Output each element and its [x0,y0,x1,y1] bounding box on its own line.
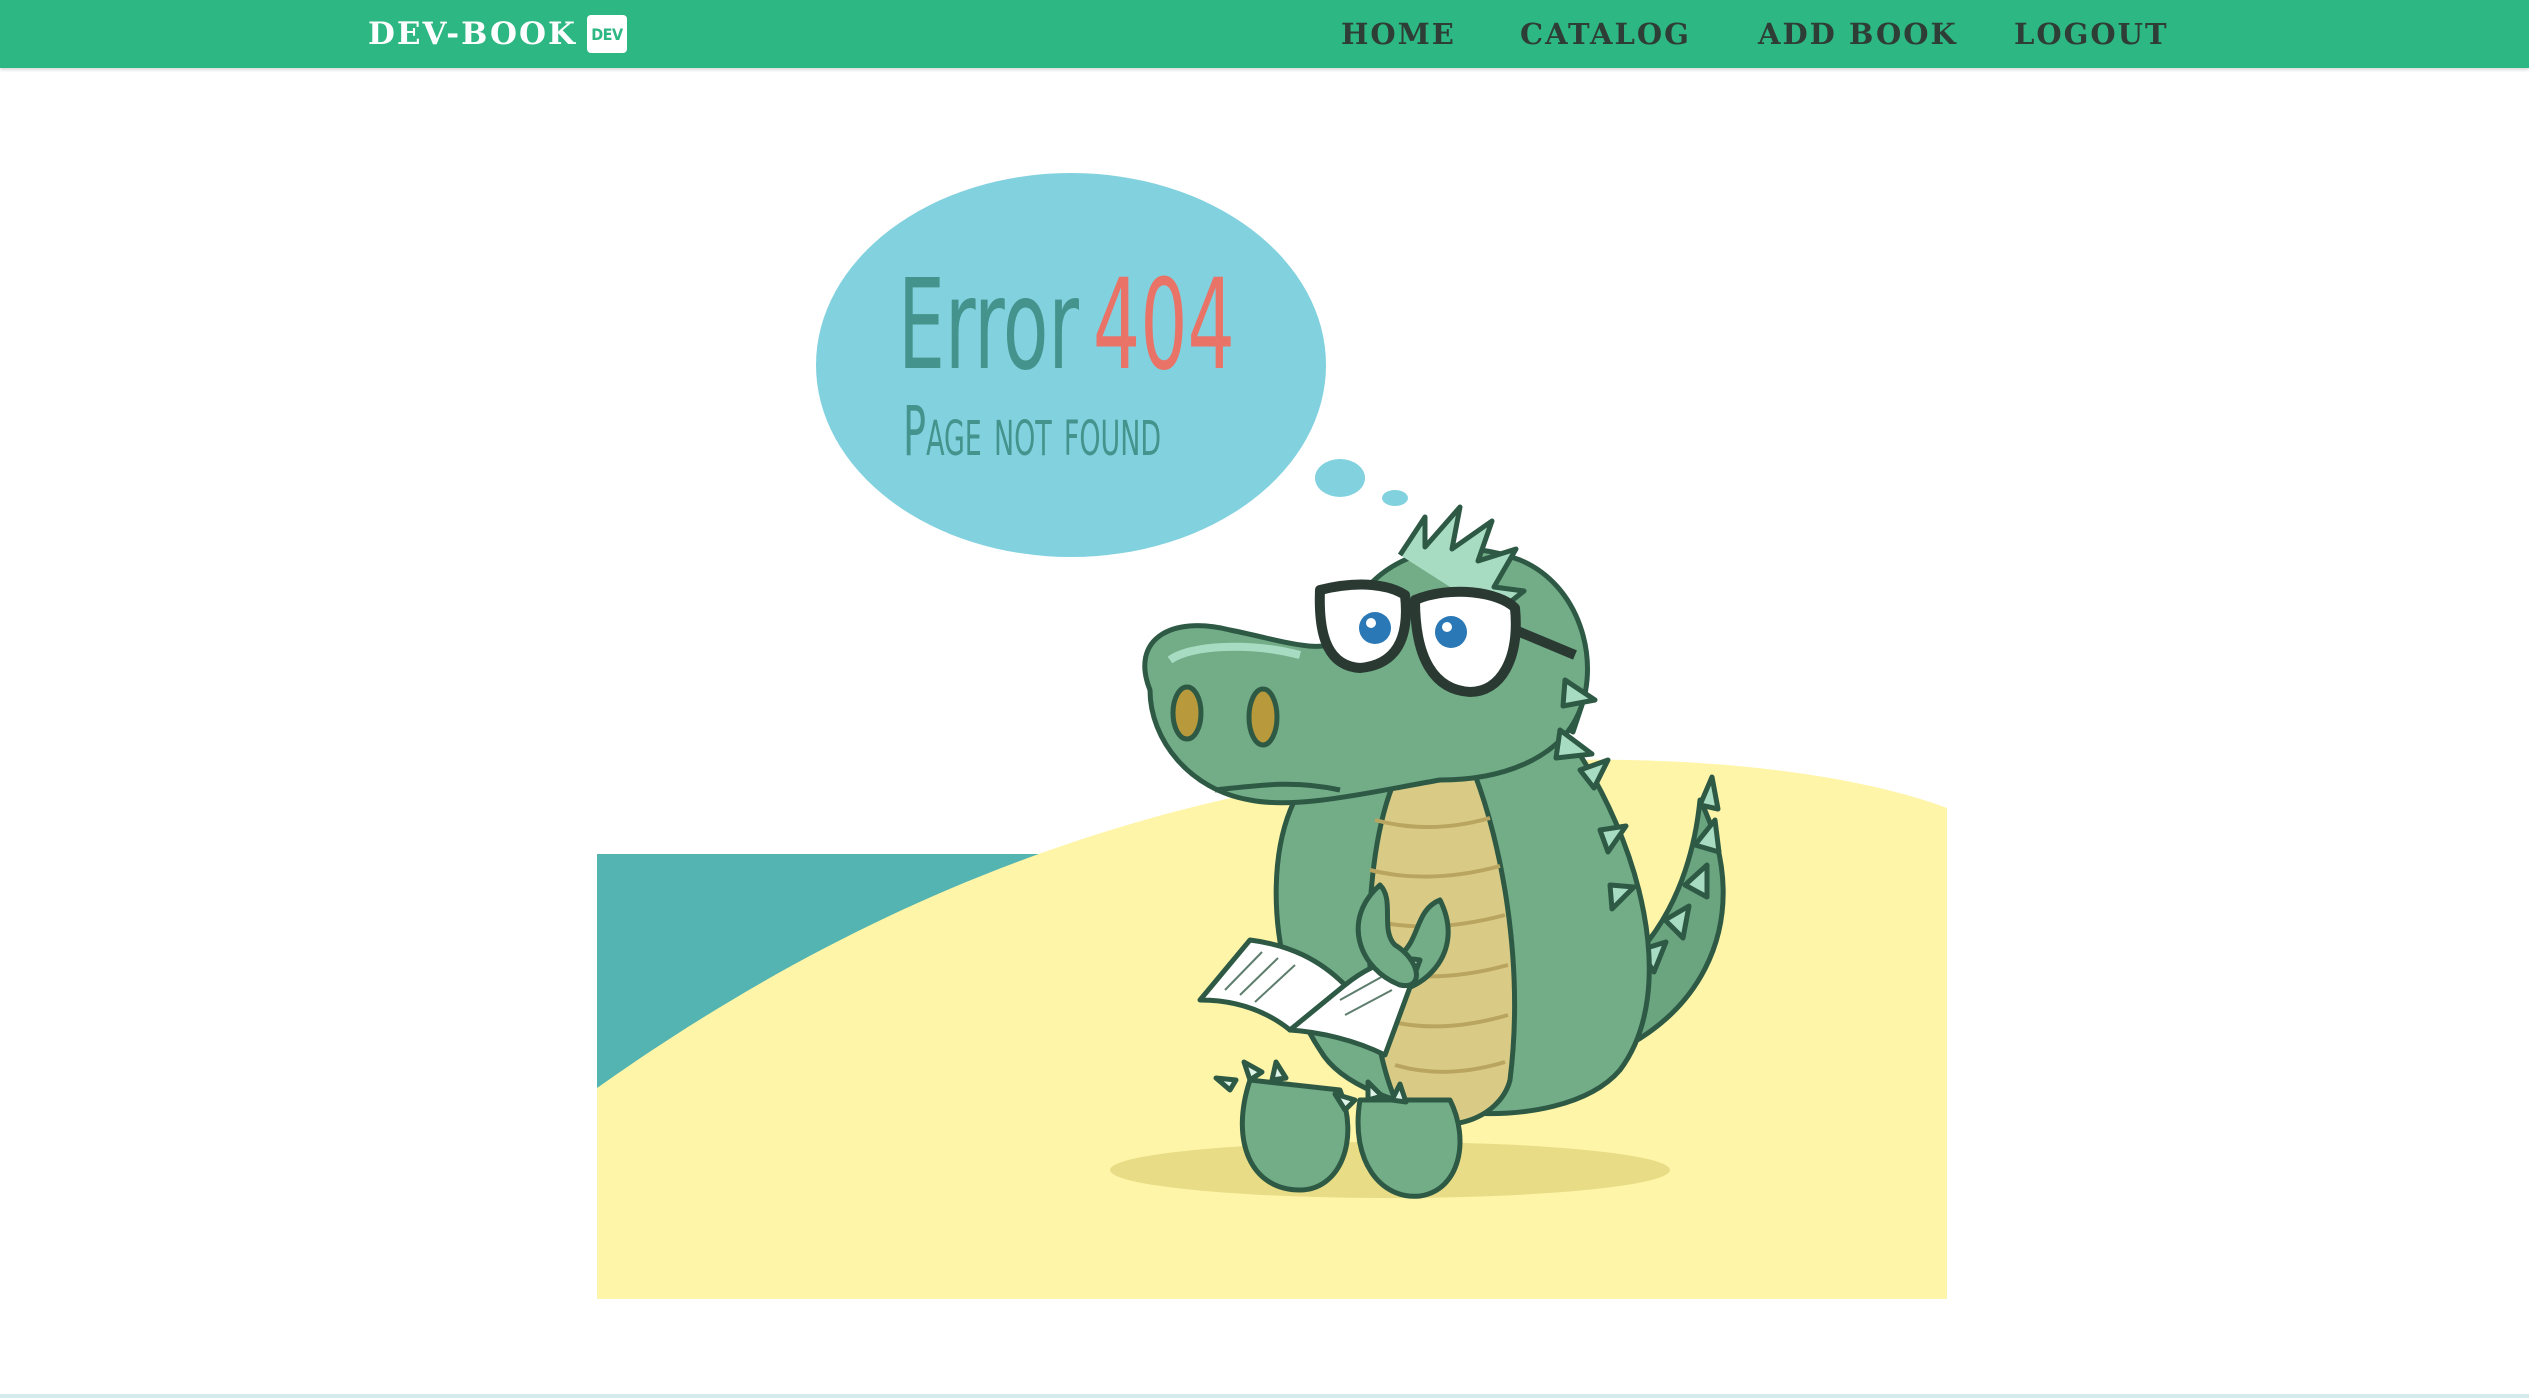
nav-link-catalog[interactable]: CATALOG [1520,0,1691,68]
footer-divider [0,1394,2529,1398]
error-code: 404 [1093,254,1235,399]
thought-bubble: Error 404 Page not found [816,173,1408,557]
error-title: Error 404 [898,254,1235,399]
dev-badge: DEV [586,15,627,53]
brand-logo-link[interactable]: DEV-BOOK DEV [368,0,627,68]
nav-link-add-book[interactable]: ADD BOOK [1758,0,1958,68]
nav-link-logout[interactable]: LOGOUT [2014,0,2169,68]
nav-link-home[interactable]: HOME [1341,0,1456,68]
error-404-illustration: Error 404 Page not found [597,173,1947,1299]
top-navbar: DEV-BOOK DEV HOME CATALOG ADD BOOK LOGOU… [0,0,2529,68]
sand-dune [597,759,1947,1299]
brand-name: DEV-BOOK [368,16,577,52]
error-message: Page not found [903,393,1161,472]
